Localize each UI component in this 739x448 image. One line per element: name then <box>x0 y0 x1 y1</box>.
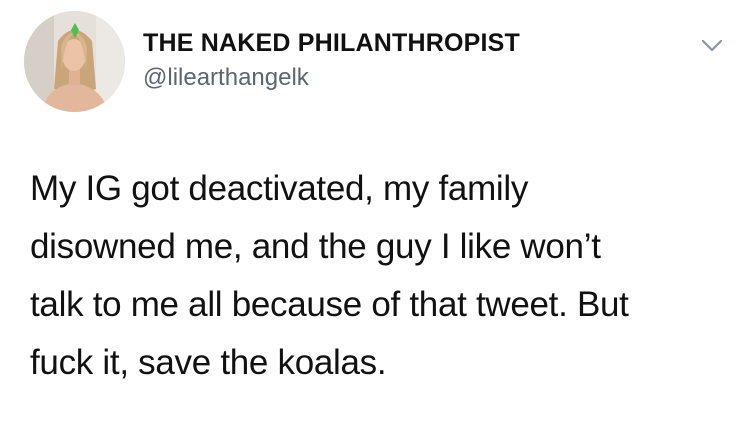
user-handle[interactable]: @lilearthangelk <box>143 64 309 92</box>
tweet-card: THE NAKED PHILANTHROPIST @lilearthangelk… <box>0 0 739 448</box>
display-name[interactable]: THE NAKED PHILANTHROPIST <box>143 29 520 58</box>
tweet-text-line: My IG got deactivated, my family <box>30 169 529 208</box>
tweet-text-line: fuck it, save the koalas. <box>30 343 387 382</box>
profile-photo <box>24 11 125 112</box>
chevron-down-icon[interactable] <box>700 36 724 56</box>
tweet-text-line: disowned me, and the guy I like won’t <box>30 227 601 266</box>
tweet-text-line: talk to me all because of that tweet. Bu… <box>30 285 629 324</box>
tweet-text: My IG got deactivated, my family disowne… <box>30 160 720 392</box>
avatar[interactable] <box>24 11 125 112</box>
